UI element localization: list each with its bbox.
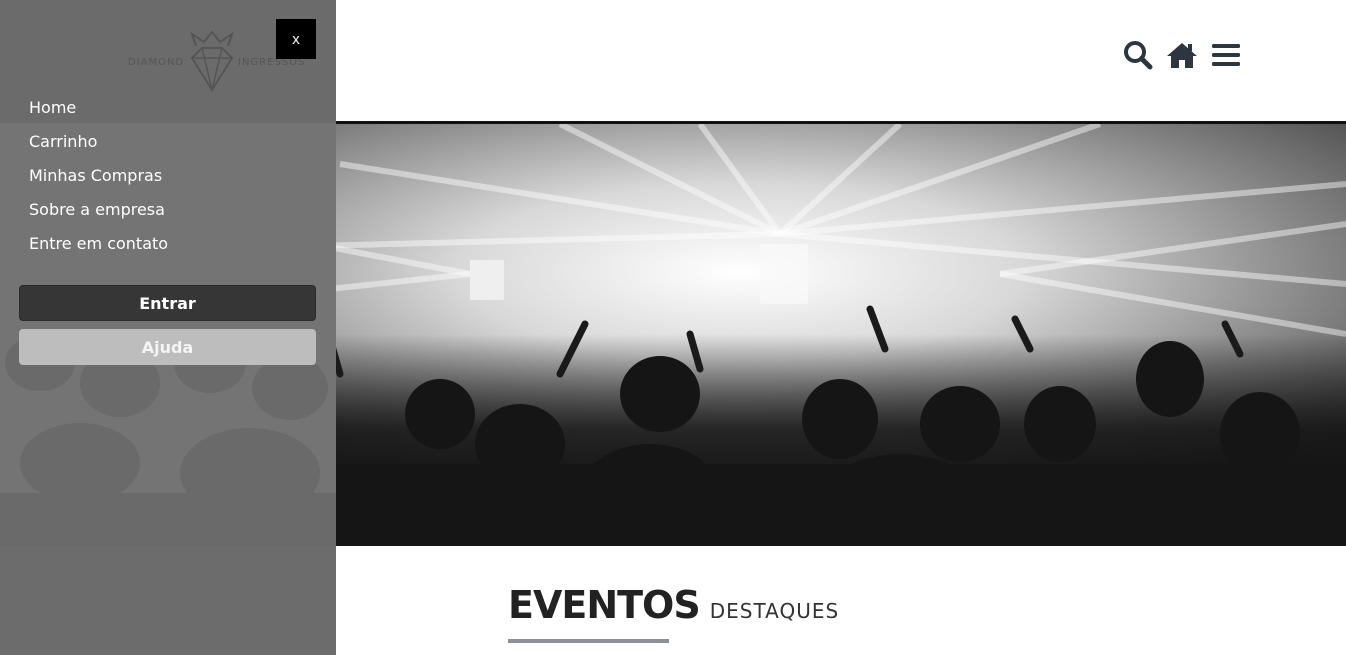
search-icon[interactable]	[1122, 38, 1154, 72]
logo-text-left: DIAMOND	[128, 57, 185, 68]
login-button[interactable]: Entrar	[19, 285, 316, 321]
home-icon[interactable]	[1166, 38, 1198, 72]
section-subtitle: DESTAQUES	[709, 599, 840, 623]
menu-icon[interactable]	[1210, 38, 1242, 72]
header-icons	[1122, 38, 1242, 72]
close-menu-button[interactable]: x	[276, 19, 316, 59]
sidebar-footer	[0, 546, 336, 655]
nav-item-cart[interactable]: Carrinho	[29, 130, 168, 164]
sidebar-nav: Home Carrinho Minhas Compras Sobre a emp…	[29, 96, 168, 266]
sidebar-menu: DIAMOND INGRESSOS x Home Carrinho Minhas…	[0, 0, 336, 655]
section-heading: EVENTOS DESTAQUES	[508, 583, 839, 627]
diamond-logo-icon	[190, 30, 234, 92]
nav-item-home[interactable]: Home	[29, 96, 168, 130]
nav-item-about[interactable]: Sobre a empresa	[29, 198, 168, 232]
section-underline	[508, 639, 669, 643]
nav-item-my-purchases[interactable]: Minhas Compras	[29, 164, 168, 198]
section-title: EVENTOS	[508, 583, 701, 627]
nav-item-contact[interactable]: Entre em contato	[29, 232, 168, 266]
help-button[interactable]: Ajuda	[19, 329, 316, 365]
